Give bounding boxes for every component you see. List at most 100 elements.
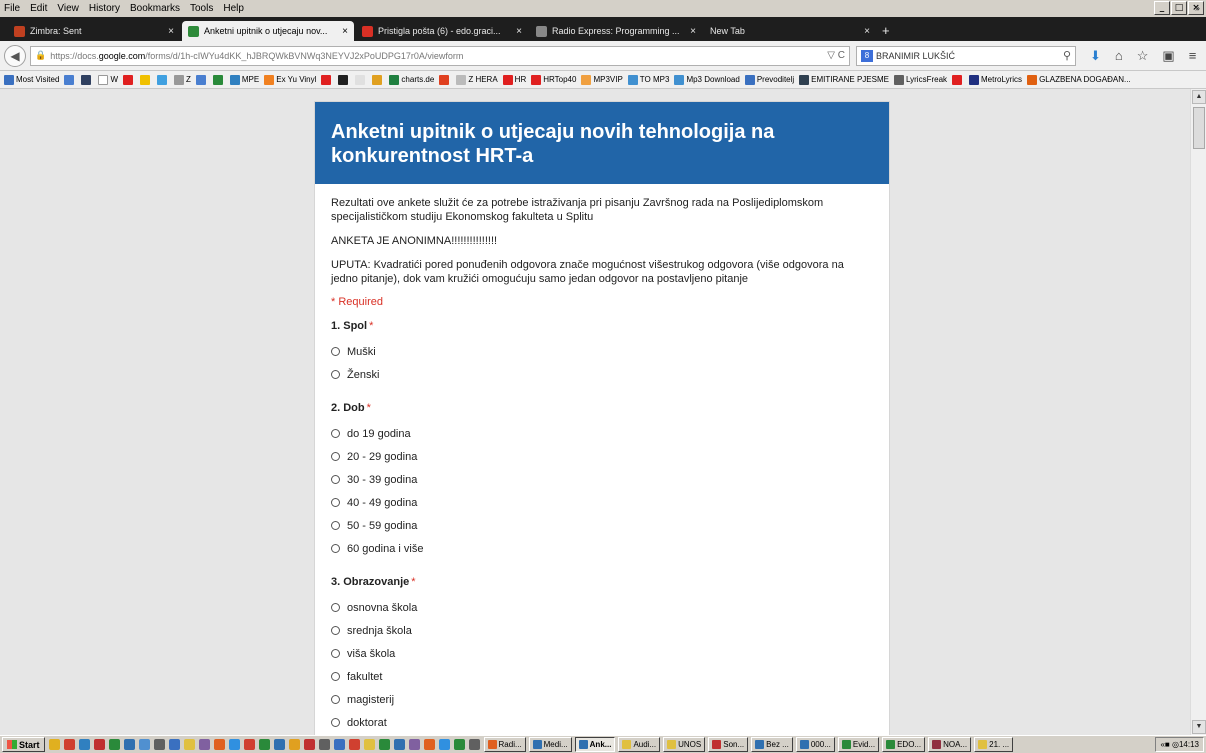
menu-item-edit[interactable]: Edit bbox=[30, 3, 47, 14]
taskbar-task[interactable]: 21. ... bbox=[974, 737, 1014, 752]
tab-close-icon[interactable]: × bbox=[864, 26, 870, 37]
quick-launch-icon[interactable] bbox=[393, 739, 405, 750]
quick-launch-icon[interactable] bbox=[318, 739, 330, 750]
taskbar-task[interactable]: EDO... bbox=[882, 737, 926, 752]
radio-button[interactable] bbox=[331, 544, 340, 553]
back-button[interactable]: ◀ bbox=[4, 44, 26, 67]
radio-button[interactable] bbox=[331, 672, 340, 681]
quick-launch-icon[interactable] bbox=[108, 739, 120, 750]
browser-tab[interactable]: Pristigla pošta (6) - edo.graci... × bbox=[356, 21, 528, 41]
bookmark-item[interactable]: MPE bbox=[229, 74, 259, 85]
tab-close-icon[interactable]: × bbox=[690, 26, 696, 37]
radio-button[interactable] bbox=[331, 370, 340, 379]
bookmark-item[interactable] bbox=[439, 74, 451, 85]
browser-tab[interactable]: Zimbra: Sent × bbox=[8, 21, 180, 41]
quick-launch-icon[interactable] bbox=[453, 739, 465, 750]
quick-launch-icon[interactable] bbox=[63, 739, 75, 750]
bookmark-item[interactable]: HRTop40 bbox=[531, 74, 576, 85]
bookmark-item[interactable]: GLAZBENA DOGAĐAN... bbox=[1027, 74, 1131, 85]
bookmark-item[interactable] bbox=[64, 74, 76, 85]
taskbar-task[interactable]: Medi... bbox=[528, 737, 572, 752]
tab-close-icon[interactable]: × bbox=[168, 26, 174, 37]
taskbar-task[interactable]: NOA... bbox=[928, 737, 972, 752]
search-icon[interactable]: ⚲ bbox=[1063, 49, 1071, 62]
radio-option[interactable]: 40 - 49 godina bbox=[331, 491, 873, 514]
radio-button[interactable] bbox=[331, 649, 340, 658]
browser-tab[interactable]: New Tab × bbox=[704, 21, 876, 41]
quick-launch-icon[interactable] bbox=[303, 739, 315, 750]
browser-tab[interactable]: Anketni upitnik o utjecaju nov... × bbox=[182, 21, 354, 41]
radio-button[interactable] bbox=[331, 498, 340, 507]
bookmark-item[interactable]: Mp3 Download bbox=[674, 74, 740, 85]
quick-launch-icon[interactable] bbox=[153, 739, 165, 750]
bookmark-item[interactable] bbox=[195, 74, 208, 85]
radio-button[interactable] bbox=[331, 626, 340, 635]
bookmark-item[interactable] bbox=[372, 74, 384, 85]
bookmarks-overflow-icon[interactable]: » bbox=[1195, 3, 1200, 13]
radio-button[interactable] bbox=[331, 718, 340, 727]
bookmark-item[interactable] bbox=[123, 74, 135, 85]
radio-option[interactable]: viša škola bbox=[331, 642, 873, 665]
start-button[interactable]: Start bbox=[2, 737, 45, 752]
scroll-down-icon[interactable]: ▼ bbox=[1192, 720, 1206, 734]
quick-launch-icon[interactable] bbox=[213, 739, 225, 750]
minimize-button[interactable]: _ bbox=[1154, 1, 1170, 15]
taskbar-task[interactable]: Bez ... bbox=[751, 737, 793, 752]
scroll-thumb[interactable] bbox=[1193, 107, 1205, 149]
radio-button[interactable] bbox=[331, 452, 340, 461]
bookmark-item[interactable]: Most Visited bbox=[4, 74, 59, 85]
quick-launch-icon[interactable] bbox=[423, 739, 435, 750]
url-bar[interactable]: 🔒 https://docs. google.com/forms/d/1h-cIW… bbox=[30, 45, 850, 66]
quick-launch-icon[interactable] bbox=[138, 739, 150, 750]
taskbar-task[interactable]: Son... bbox=[708, 737, 749, 752]
bookmark-item[interactable] bbox=[157, 74, 169, 85]
radio-option[interactable]: magisterij bbox=[331, 688, 873, 711]
search-bar[interactable]: 8 BRANIMIR LUKŠIĆ ⚲ bbox=[856, 45, 1076, 66]
download-icon[interactable]: ⬇ bbox=[1090, 48, 1101, 64]
radio-button[interactable] bbox=[331, 429, 340, 438]
quick-launch-icon[interactable] bbox=[258, 739, 270, 750]
maximize-button[interactable]: □ bbox=[1171, 1, 1187, 15]
quick-launch-icon[interactable] bbox=[333, 739, 345, 750]
radio-option[interactable]: do 19 godina bbox=[331, 422, 873, 445]
bookmark-item[interactable] bbox=[212, 74, 225, 85]
quick-launch-icon[interactable] bbox=[93, 739, 105, 750]
quick-launch-icon[interactable] bbox=[273, 739, 285, 750]
reload-icon[interactable]: ▽ C bbox=[827, 50, 845, 61]
home-icon[interactable]: ⌂ bbox=[1115, 48, 1123, 64]
radio-option[interactable]: fakultet bbox=[331, 665, 873, 688]
radio-button[interactable] bbox=[331, 521, 340, 530]
quick-launch-icon[interactable] bbox=[48, 739, 60, 750]
bookmark-item[interactable]: Z bbox=[174, 74, 191, 85]
radio-button[interactable] bbox=[331, 347, 340, 356]
quick-launch-icon[interactable] bbox=[468, 739, 480, 750]
quick-launch-icon[interactable] bbox=[243, 739, 255, 750]
quick-launch-icon[interactable] bbox=[78, 739, 90, 750]
radio-option[interactable]: 60 godina i više bbox=[331, 537, 873, 560]
quick-launch-icon[interactable] bbox=[228, 739, 240, 750]
taskbar-task[interactable]: Radi... bbox=[483, 737, 526, 752]
menu-item-view[interactable]: View bbox=[57, 3, 79, 14]
bookmark-item[interactable]: Prevoditelj bbox=[744, 74, 794, 85]
menu-item-bookmarks[interactable]: Bookmarks bbox=[130, 3, 180, 14]
bookmark-item[interactable]: Ex Yu Vinyl bbox=[264, 74, 316, 85]
bookmark-item[interactable]: MetroLyrics bbox=[969, 74, 1022, 85]
search-engine-icon[interactable]: 8 bbox=[861, 49, 873, 62]
bookmark-item[interactable] bbox=[338, 74, 350, 85]
bookmark-item[interactable] bbox=[140, 74, 152, 85]
taskbar-task[interactable]: 000... bbox=[795, 737, 835, 752]
quick-launch-icon[interactable] bbox=[123, 739, 135, 750]
bookmark-item[interactable] bbox=[321, 74, 333, 85]
quick-launch-icon[interactable] bbox=[288, 739, 300, 750]
bookmark-item[interactable] bbox=[81, 74, 93, 85]
quick-launch-icon[interactable] bbox=[378, 739, 390, 750]
bookmark-item[interactable] bbox=[952, 74, 964, 85]
quick-launch-icon[interactable] bbox=[408, 739, 420, 750]
bookmark-item[interactable]: TO MP3 bbox=[627, 74, 669, 85]
radio-option[interactable]: srednja škola bbox=[331, 619, 873, 642]
bookmark-item[interactable]: MP3VIP bbox=[581, 74, 623, 85]
radio-button[interactable] bbox=[331, 603, 340, 612]
bookmark-item[interactable] bbox=[355, 74, 367, 85]
radio-option[interactable]: 30 - 39 godina bbox=[331, 468, 873, 491]
quick-launch-icon[interactable] bbox=[348, 739, 360, 750]
